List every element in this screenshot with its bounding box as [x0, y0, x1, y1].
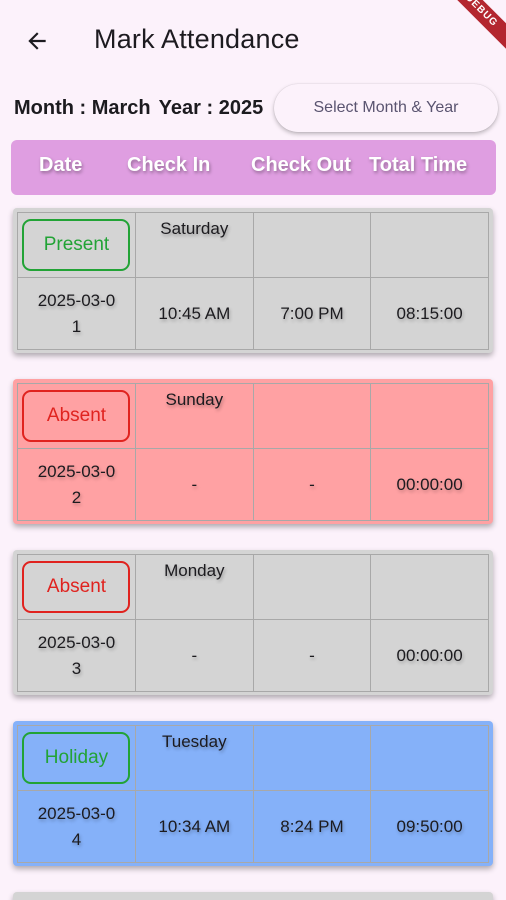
- page-title: Mark Attendance: [94, 24, 300, 54]
- attendance-card[interactable]: [13, 892, 493, 900]
- back-button[interactable]: [18, 22, 56, 60]
- attendance-table: Holiday Tuesday 2025-03-0 4 10:34 AM 8:24…: [17, 725, 489, 863]
- select-month-year-button[interactable]: Select Month & Year: [274, 84, 498, 132]
- check-in-cell: -: [134, 619, 254, 692]
- month-year-filter: Month : March Year : 2025 Select Month &…: [12, 84, 500, 136]
- selected-period: Month : March Year : 2025: [14, 97, 263, 120]
- day-name: Tuesday: [162, 732, 227, 751]
- attendance-card[interactable]: Absent Sunday 2025-03-0 2 - - 00:00:00: [13, 379, 493, 524]
- app-bar: Mark Attendance DEBUG: [0, 0, 506, 82]
- total-time-cell: 09:50:00: [370, 790, 489, 863]
- date-cell: 2025-03-0 4: [17, 790, 136, 863]
- check-out-cell: -: [252, 619, 372, 692]
- check-in-cell: 10:34 AM: [134, 790, 254, 863]
- status-badge: Absent: [22, 561, 131, 613]
- year-label: Year : 2025: [158, 97, 264, 119]
- check-out-cell: 8:24 PM: [252, 790, 372, 863]
- check-in-cell: 10:45 AM: [134, 277, 254, 350]
- table-header: Date Check In Check Out Total Time: [11, 140, 496, 195]
- attendance-card[interactable]: Holiday Tuesday 2025-03-0 4 10:34 AM 8:24…: [13, 721, 493, 866]
- date-cell: 2025-03-0 1: [17, 277, 136, 350]
- attendance-table: Absent Sunday 2025-03-0 2 - - 00:00:00: [17, 383, 489, 521]
- date-cell: 2025-03-0 2: [17, 448, 136, 521]
- total-time-cell: 00:00:00: [370, 448, 489, 521]
- header-date: Date: [39, 154, 83, 176]
- attendance-card[interactable]: Present Saturday 2025-03-0 1 10:45 AM 7:0…: [13, 208, 493, 353]
- attendance-card[interactable]: Absent Monday 2025-03-0 3 - - 00:00:00: [13, 550, 493, 695]
- month-label: Month : March: [14, 97, 151, 119]
- date-cell: 2025-03-0 3: [17, 619, 136, 692]
- header-check-in: Check In: [127, 154, 211, 176]
- status-badge: Present: [22, 219, 131, 271]
- arrow-back-icon: [28, 32, 46, 50]
- debug-banner: DEBUG: [435, 0, 506, 57]
- header-total-time: Total Time: [369, 154, 468, 176]
- attendance-table: Present Saturday 2025-03-0 1 10:45 AM 7:0…: [17, 212, 489, 350]
- check-in-cell: -: [134, 448, 254, 521]
- check-out-cell: 7:00 PM: [252, 277, 372, 350]
- status-badge: Absent: [22, 390, 131, 442]
- status-badge: Holiday: [22, 732, 131, 784]
- attendance-table: Absent Monday 2025-03-0 3 - - 00:00:00: [17, 554, 489, 692]
- day-name: Saturday: [160, 219, 229, 238]
- total-time-cell: 08:15:00: [370, 277, 489, 350]
- header-check-out: Check Out: [251, 154, 352, 176]
- check-out-cell: -: [252, 448, 372, 521]
- day-name: Sunday: [165, 390, 224, 409]
- day-name: Monday: [164, 561, 225, 580]
- total-time-cell: 00:00:00: [370, 619, 489, 692]
